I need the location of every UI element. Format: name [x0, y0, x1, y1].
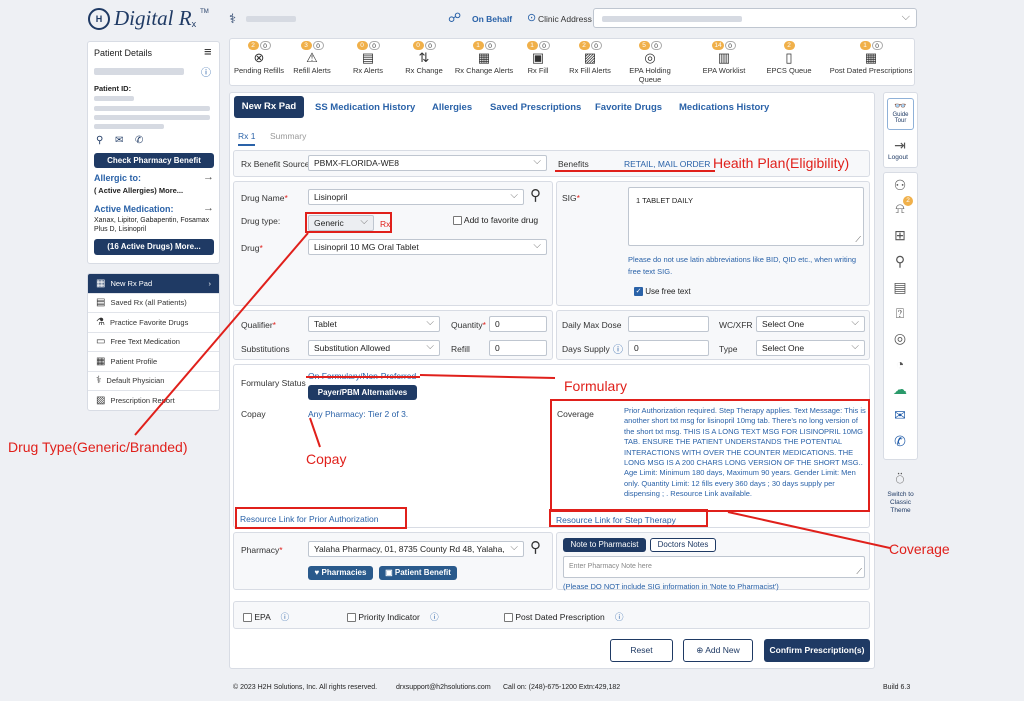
annotation-coverage: Coverage: [889, 541, 950, 557]
annotation-step-therapy-box: [549, 509, 708, 527]
coverage-pointer: [727, 511, 891, 549]
annotation-coverage-box: [550, 399, 870, 512]
annotation-copay: Copay: [306, 451, 347, 467]
annotation-prior-auth-box: [235, 507, 407, 529]
copay-pointer: [309, 417, 321, 448]
annotation-lines: [134, 232, 891, 549]
annotation-drug-type: Drug Type(Generic/Branded): [8, 439, 188, 455]
annotation-formulary: Formulary: [564, 378, 628, 394]
formulary-pointer: [419, 374, 556, 379]
drug-type-pointer: [134, 232, 309, 436]
